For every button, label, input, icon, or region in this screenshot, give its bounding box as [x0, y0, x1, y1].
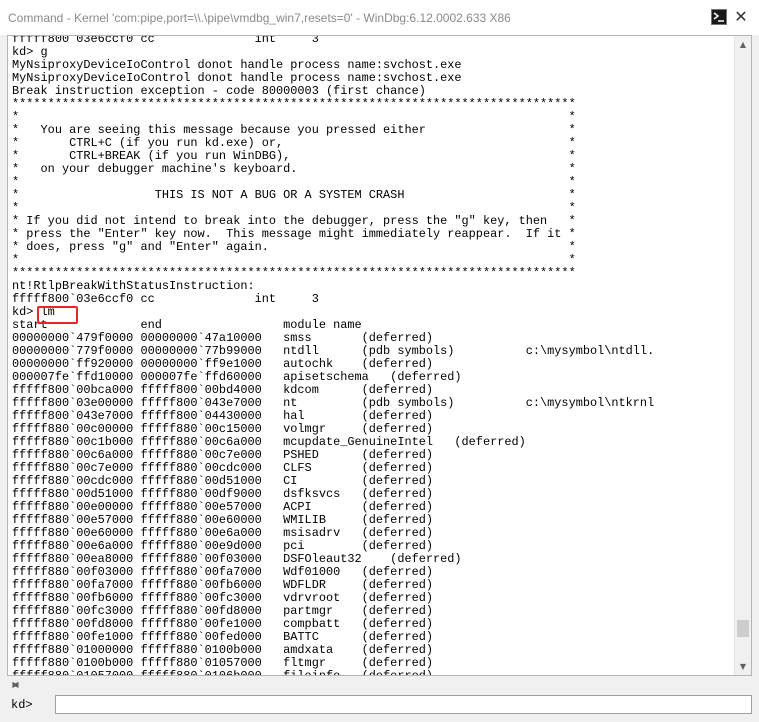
output-line: start end module name [12, 319, 362, 332]
output-line: * * [12, 111, 576, 124]
output-line: fffff880`00fe1000 fffff880`00fed000 BATT… [12, 631, 433, 644]
command-output-pane[interactable]: fffff800`03e6ccf0 cc int 3 kd> g MyNsiprox… [7, 35, 752, 676]
output-line: * * [12, 202, 576, 215]
lm-command-highlight [37, 306, 78, 324]
output-line: fffff880`00e00000 fffff880`00e57000 ACPI… [12, 501, 433, 514]
output-line: fffff800`03e6ccf0 cc int 3 [12, 35, 319, 46]
output-line: fffff880`00fd8000 fffff880`00fe1000 comp… [12, 618, 433, 631]
output-line: nt!RtlpBreakWithStatusInstruction: [12, 280, 255, 293]
output-line: fffff880`00ea8000 fffff880`00f03000 DSFO… [12, 553, 462, 566]
window-title: Command - Kernel 'com:pipe,port=\\.\pipe… [8, 11, 511, 25]
command-bar: kd> [7, 695, 752, 715]
output-line: ****************************************… [12, 98, 576, 111]
output-line: 00000000`ff920000 00000000`ff9e1000 auto… [12, 358, 433, 371]
command-prompt: kd> [11, 698, 33, 712]
output-line: fffff880`00c6a000 fffff880`00c7e000 PSHE… [12, 449, 433, 462]
output-line: fffff880`00fa7000 fffff880`00fb6000 WDFL… [12, 579, 433, 592]
output-line: ****************************************… [12, 267, 576, 280]
command-input[interactable] [55, 695, 752, 714]
close-button[interactable]: ✕ [731, 7, 751, 27]
output-line: MyNsiproxyDeviceIoControl donot handle p… [12, 59, 462, 72]
output-line: fffff880`00c7e000 fffff880`00cdc000 CLFS… [12, 462, 433, 475]
output-line: fffff880`00fb6000 fffff880`00fc3000 vdrv… [12, 592, 433, 605]
output-line: * CTRL+BREAK (if you run WinDBG), * [12, 150, 576, 163]
output-line: fffff880`00d51000 fffff880`00df9000 dsfk… [12, 488, 433, 501]
scroll-right-arrow-icon[interactable]: ▶ [7, 676, 24, 693]
output-line: 000007fe`ffd10000 000007fe`ffd60000 apis… [12, 371, 462, 384]
scroll-up-arrow-icon[interactable]: ▲ [735, 36, 751, 53]
output-line: * does, press "g" and "Enter" again. * [12, 241, 576, 254]
output-line: fffff880`00cdc000 fffff880`00d51000 CI (… [12, 475, 433, 488]
output-line: * CTRL+C (if you run kd.exe) or, * [12, 137, 576, 150]
output-line: fffff800`00bca000 fffff800`00bd4000 kdco… [12, 384, 433, 397]
output-line: 00000000`779f0000 00000000`77b99000 ntdl… [12, 345, 655, 358]
output-line: kd> lm [12, 306, 55, 319]
horizontal-scrollbar[interactable]: ◀ ▶ [7, 676, 752, 693]
output-line: * press the "Enter" key now. This messag… [12, 228, 576, 241]
output-line: fffff880`0100b000 fffff880`01057000 fltm… [12, 657, 433, 670]
output-line: fffff880`00c1b000 fffff880`00c6a000 mcup… [12, 436, 526, 449]
output-line: fffff880`00e57000 fffff880`00e60000 WMIL… [12, 514, 433, 527]
output-line: fffff800`03e6ccf0 cc int 3 [12, 293, 319, 306]
scroll-thumb[interactable] [737, 620, 749, 637]
output-line: * * [12, 254, 576, 267]
output-line: fffff880`00e60000 fffff880`00e6a000 msis… [12, 527, 433, 540]
output-line: * If you did not intend to break into th… [12, 215, 576, 228]
output-line: * THIS IS NOT A BUG OR A SYSTEM CRASH * [12, 189, 576, 202]
output-line: kd> g [12, 46, 48, 59]
output-text: fffff800`03e6ccf0 cc int 3 kd> g MyNsiprox… [12, 35, 734, 675]
output-line: Break instruction exception - code 80000… [12, 85, 426, 98]
output-line: fffff880`00e6a000 fffff880`00e9d000 pci … [12, 540, 433, 553]
command-window-icon[interactable] [711, 9, 727, 25]
output-line: * You are seeing this message because yo… [12, 124, 576, 137]
output-line: MyNsiproxyDeviceIoControl donot handle p… [12, 72, 462, 85]
output-line: fffff880`01000000 fffff880`0100b000 amdx… [12, 644, 433, 657]
output-line: * * [12, 176, 576, 189]
output-line: * on your debugger machine's keyboard. * [12, 163, 576, 176]
output-line: fffff880`00f03000 fffff880`00fa7000 Wdf0… [12, 566, 433, 579]
scroll-down-arrow-icon[interactable]: ▼ [735, 658, 751, 675]
output-line: fffff800`043e7000 fffff800`04430000 hal … [12, 410, 433, 423]
output-line: fffff800`03e00000 fffff800`043e7000 nt (… [12, 397, 655, 410]
output-line: fffff880`00c00000 fffff880`00c15000 volm… [12, 423, 433, 436]
output-line: 00000000`479f0000 00000000`47a10000 smss… [12, 332, 433, 345]
title-bar: Command - Kernel 'com:pipe,port=\\.\pipe… [0, 0, 759, 35]
vertical-scrollbar[interactable]: ▲ ▼ [734, 36, 751, 675]
output-line: fffff880`00fc3000 fffff880`00fd8000 part… [12, 605, 433, 618]
